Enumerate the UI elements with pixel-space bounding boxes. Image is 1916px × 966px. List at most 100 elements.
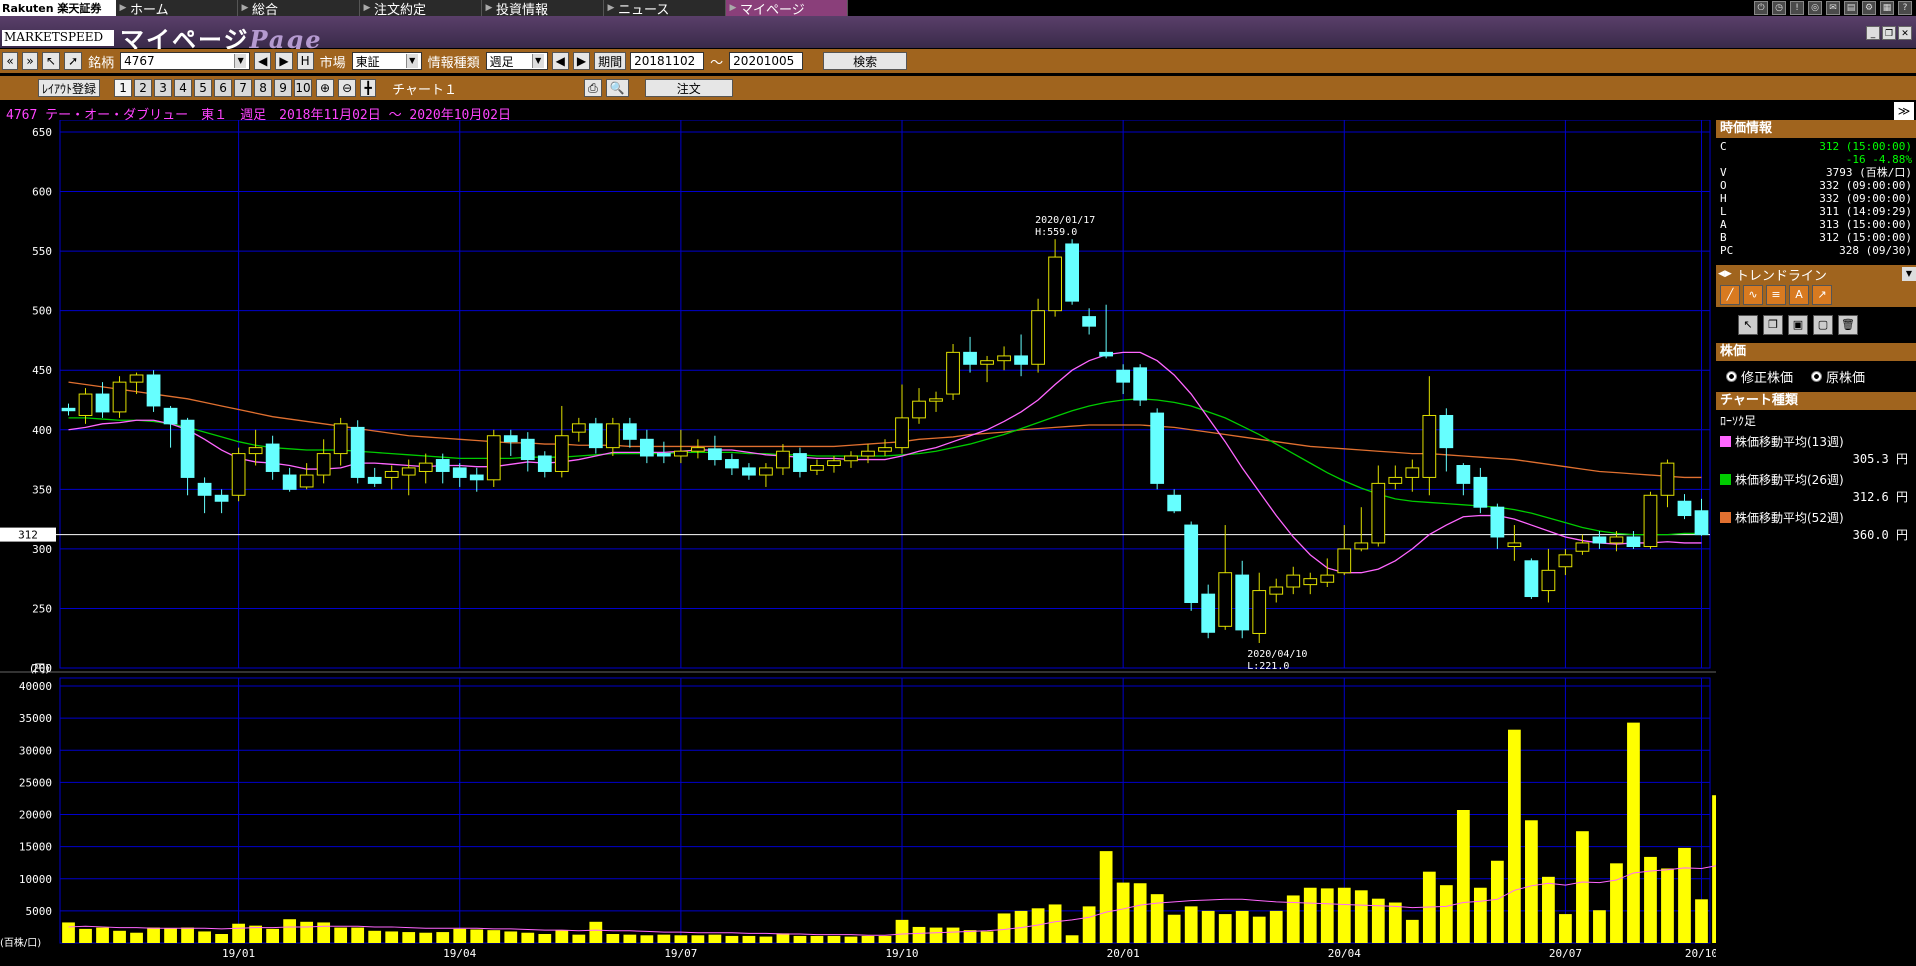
print-icon[interactable]: ⎙ <box>584 79 602 97</box>
layout-number-button[interactable]: 10 <box>294 79 313 97</box>
adjusted-price-radio[interactable]: 修正株価 <box>1726 367 1793 386</box>
symbol-input[interactable]: 4767 ▼ <box>120 52 251 70</box>
nav-item-4[interactable]: ▶ ニュース <box>604 0 726 18</box>
select-tool-icon[interactable]: ↖ <box>1738 315 1758 335</box>
restore-icon[interactable]: ❐ <box>1882 26 1896 40</box>
clock-icon[interactable]: ◷ <box>1772 1 1786 15</box>
date-from-input[interactable]: 20181102 <box>630 52 705 70</box>
candle-body <box>1439 414 1454 449</box>
candle-body <box>1558 554 1573 568</box>
nav-arrow-icon: ▶ <box>485 3 493 13</box>
next-period-icon[interactable]: ▶ <box>572 52 591 70</box>
next-symbol-icon[interactable]: ▶ <box>275 52 293 70</box>
nav-item-0[interactable]: ▶ ホーム <box>116 0 238 18</box>
volume-bar <box>419 932 433 943</box>
order-button[interactable]: 注文 <box>644 79 733 97</box>
dropdown-icon[interactable]: ▼ <box>234 54 247 68</box>
volume-bar <box>1303 887 1317 943</box>
layout-number-button[interactable]: 7 <box>234 79 253 97</box>
candle-body <box>759 467 773 476</box>
nav-item-3[interactable]: ▶ 投資情報 <box>482 0 604 18</box>
nav-item-2[interactable]: ▶ 注文約定 <box>360 0 482 18</box>
expand-panel-icon[interactable]: ≫ <box>1894 102 1914 120</box>
prev-period-icon[interactable]: ◀ <box>551 52 569 70</box>
info-type-select[interactable]: 週足 ▼ <box>485 52 548 70</box>
settings-icon[interactable]: ⚙ <box>1862 1 1876 15</box>
h-button[interactable]: H <box>296 52 314 70</box>
volume-tick-label: 5000 <box>26 905 53 918</box>
raw-price-radio[interactable]: 原株価 <box>1811 367 1865 386</box>
layout-number-button[interactable]: 2 <box>134 79 153 97</box>
dropdown-icon[interactable]: ▼ <box>405 54 418 68</box>
stock-chart[interactable]: 200250300350400450500550600650(円)312 500… <box>0 120 1716 966</box>
volume-bar <box>1082 906 1096 943</box>
alert-icon[interactable]: ! <box>1790 1 1804 15</box>
volume-bar <box>1661 868 1674 943</box>
volume-bar <box>436 932 450 943</box>
prev-icon[interactable]: ◀▶ <box>1718 269 1732 279</box>
volume-unit-label: (百株/口) <box>0 936 41 949</box>
volume-bar <box>402 932 416 943</box>
crosshair-icon[interactable]: ╋ <box>360 79 377 97</box>
prev-double-icon[interactable]: « <box>2 52 18 70</box>
help-icon[interactable]: ? <box>1898 1 1912 15</box>
candle-body <box>1150 412 1165 484</box>
fibonacci-icon[interactable]: ≡ <box>1766 285 1786 305</box>
date-to-input[interactable]: 20201005 <box>729 52 804 70</box>
layout-number-button[interactable]: 4 <box>174 79 193 97</box>
volume-bar <box>1167 914 1181 943</box>
trash-icon[interactable]: 🗑 <box>1838 315 1858 335</box>
volume-bar <box>1235 910 1249 943</box>
layout-number-button[interactable]: 8 <box>254 79 273 97</box>
dropdown-icon[interactable]: ▼ <box>1902 267 1916 281</box>
candle-body <box>1320 574 1335 583</box>
clear-icon[interactable]: ▢ <box>1813 315 1833 335</box>
candle-body <box>673 450 688 457</box>
candle-body <box>1541 569 1556 592</box>
search-button[interactable]: 検索 <box>823 52 908 70</box>
price-tick-label: 550 <box>32 245 52 258</box>
close-icon[interactable]: ✕ <box>1898 26 1912 40</box>
cursor-mode-icon[interactable]: ↖ <box>42 52 61 70</box>
wave-icon[interactable]: ∿ <box>1743 285 1763 305</box>
low-annotation-date: 2020/04/10 <box>1247 649 1307 660</box>
nav-item-5[interactable]: ▶ マイページ <box>726 0 848 18</box>
paste-icon[interactable]: ▣ <box>1788 315 1808 335</box>
next-double-icon[interactable]: » <box>22 52 38 70</box>
price-panel-border <box>59 120 1711 669</box>
dropdown-icon[interactable]: ▼ <box>531 54 544 68</box>
volume-axis: 5000 10000 15000 20000 25000 30000 35000 40000 (… <box>0 680 52 949</box>
zoom-in-icon[interactable]: ⊕ <box>316 79 335 97</box>
volume-bar <box>878 935 892 943</box>
zoom-out-icon[interactable]: ⊖ <box>338 79 357 97</box>
power-icon[interactable]: ⏻ <box>1754 1 1768 15</box>
market-select[interactable]: 東証 ▼ <box>351 52 422 70</box>
pointer-icon[interactable]: ➚ <box>64 52 83 70</box>
layout-number-button[interactable]: 1 <box>114 79 133 97</box>
news-icon[interactable]: ▤ <box>1844 1 1858 15</box>
minimize-icon[interactable]: _ <box>1866 26 1880 40</box>
volume-bar <box>1184 906 1198 943</box>
text-icon[interactable]: A <box>1789 285 1809 305</box>
print-preview-icon[interactable]: 🔍 <box>605 79 629 97</box>
layout-save-button[interactable]: ﾚｲｱｳﾄ登録 <box>38 79 101 97</box>
volume-bar <box>980 931 994 943</box>
copy-icon[interactable]: ❐ <box>1763 315 1783 335</box>
quote-key <box>1720 153 1744 166</box>
layout-number-button[interactable]: 5 <box>194 79 213 97</box>
nav-item-1[interactable]: ▶ 総合 <box>238 0 360 18</box>
layout-number-button[interactable]: 9 <box>274 79 293 97</box>
arrow-icon[interactable]: ↗ <box>1812 285 1832 305</box>
prev-symbol-icon[interactable]: ◀ <box>254 52 272 70</box>
nav-arrow-icon: ▶ <box>241 3 249 13</box>
top-navigation-bar: Rakuten 楽天証券 ▶ ホーム ▶ 総合 ▶ 注文約定 ▶ 投資情報 ▶ ニュース ▶ マイペー… <box>0 0 1916 18</box>
candle-body <box>1184 524 1199 603</box>
trendline-icon[interactable]: ╱ <box>1720 285 1740 305</box>
globe-icon[interactable]: ◎ <box>1808 1 1822 15</box>
grid-icon[interactable]: ▦ <box>1880 1 1894 15</box>
layout-number-button[interactable]: 6 <box>214 79 233 97</box>
app-logo: MARKETSPEED <box>2 30 114 46</box>
mail-icon[interactable]: ✉ <box>1826 1 1840 15</box>
layout-number-button[interactable]: 3 <box>154 79 173 97</box>
volume-bar <box>1252 916 1266 943</box>
